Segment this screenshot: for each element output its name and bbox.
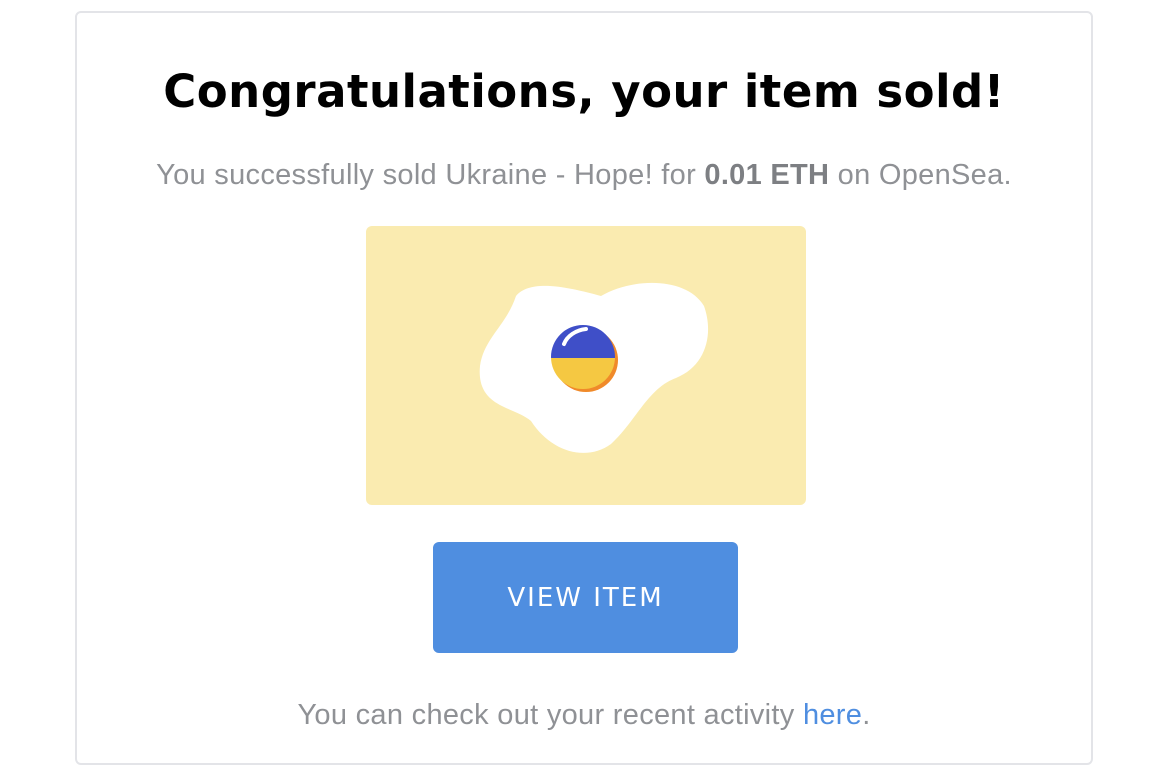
footer-prefix: You can check out your recent activity — [297, 699, 803, 731]
sale-summary: You successfully sold Ukraine - Hope! fo… — [77, 159, 1091, 192]
fried-egg-ukraine-flag-icon — [479, 282, 709, 453]
sale-summary-prefix: You successfully sold Ukraine - Hope! fo… — [156, 159, 705, 191]
sale-notification-card: Congratulations, your item sold! You suc… — [75, 11, 1093, 765]
footer-suffix: . — [862, 699, 871, 731]
sale-price: 0.01 ETH — [704, 159, 830, 191]
page-title: Congratulations, your item sold! — [163, 65, 1005, 118]
footer-text: You can check out your recent activity h… — [77, 699, 1091, 732]
item-image[interactable] — [366, 226, 806, 505]
recent-activity-link[interactable]: here — [803, 699, 862, 731]
sale-summary-suffix: on OpenSea. — [829, 159, 1012, 191]
view-item-button[interactable]: VIEW ITEM — [433, 542, 738, 653]
